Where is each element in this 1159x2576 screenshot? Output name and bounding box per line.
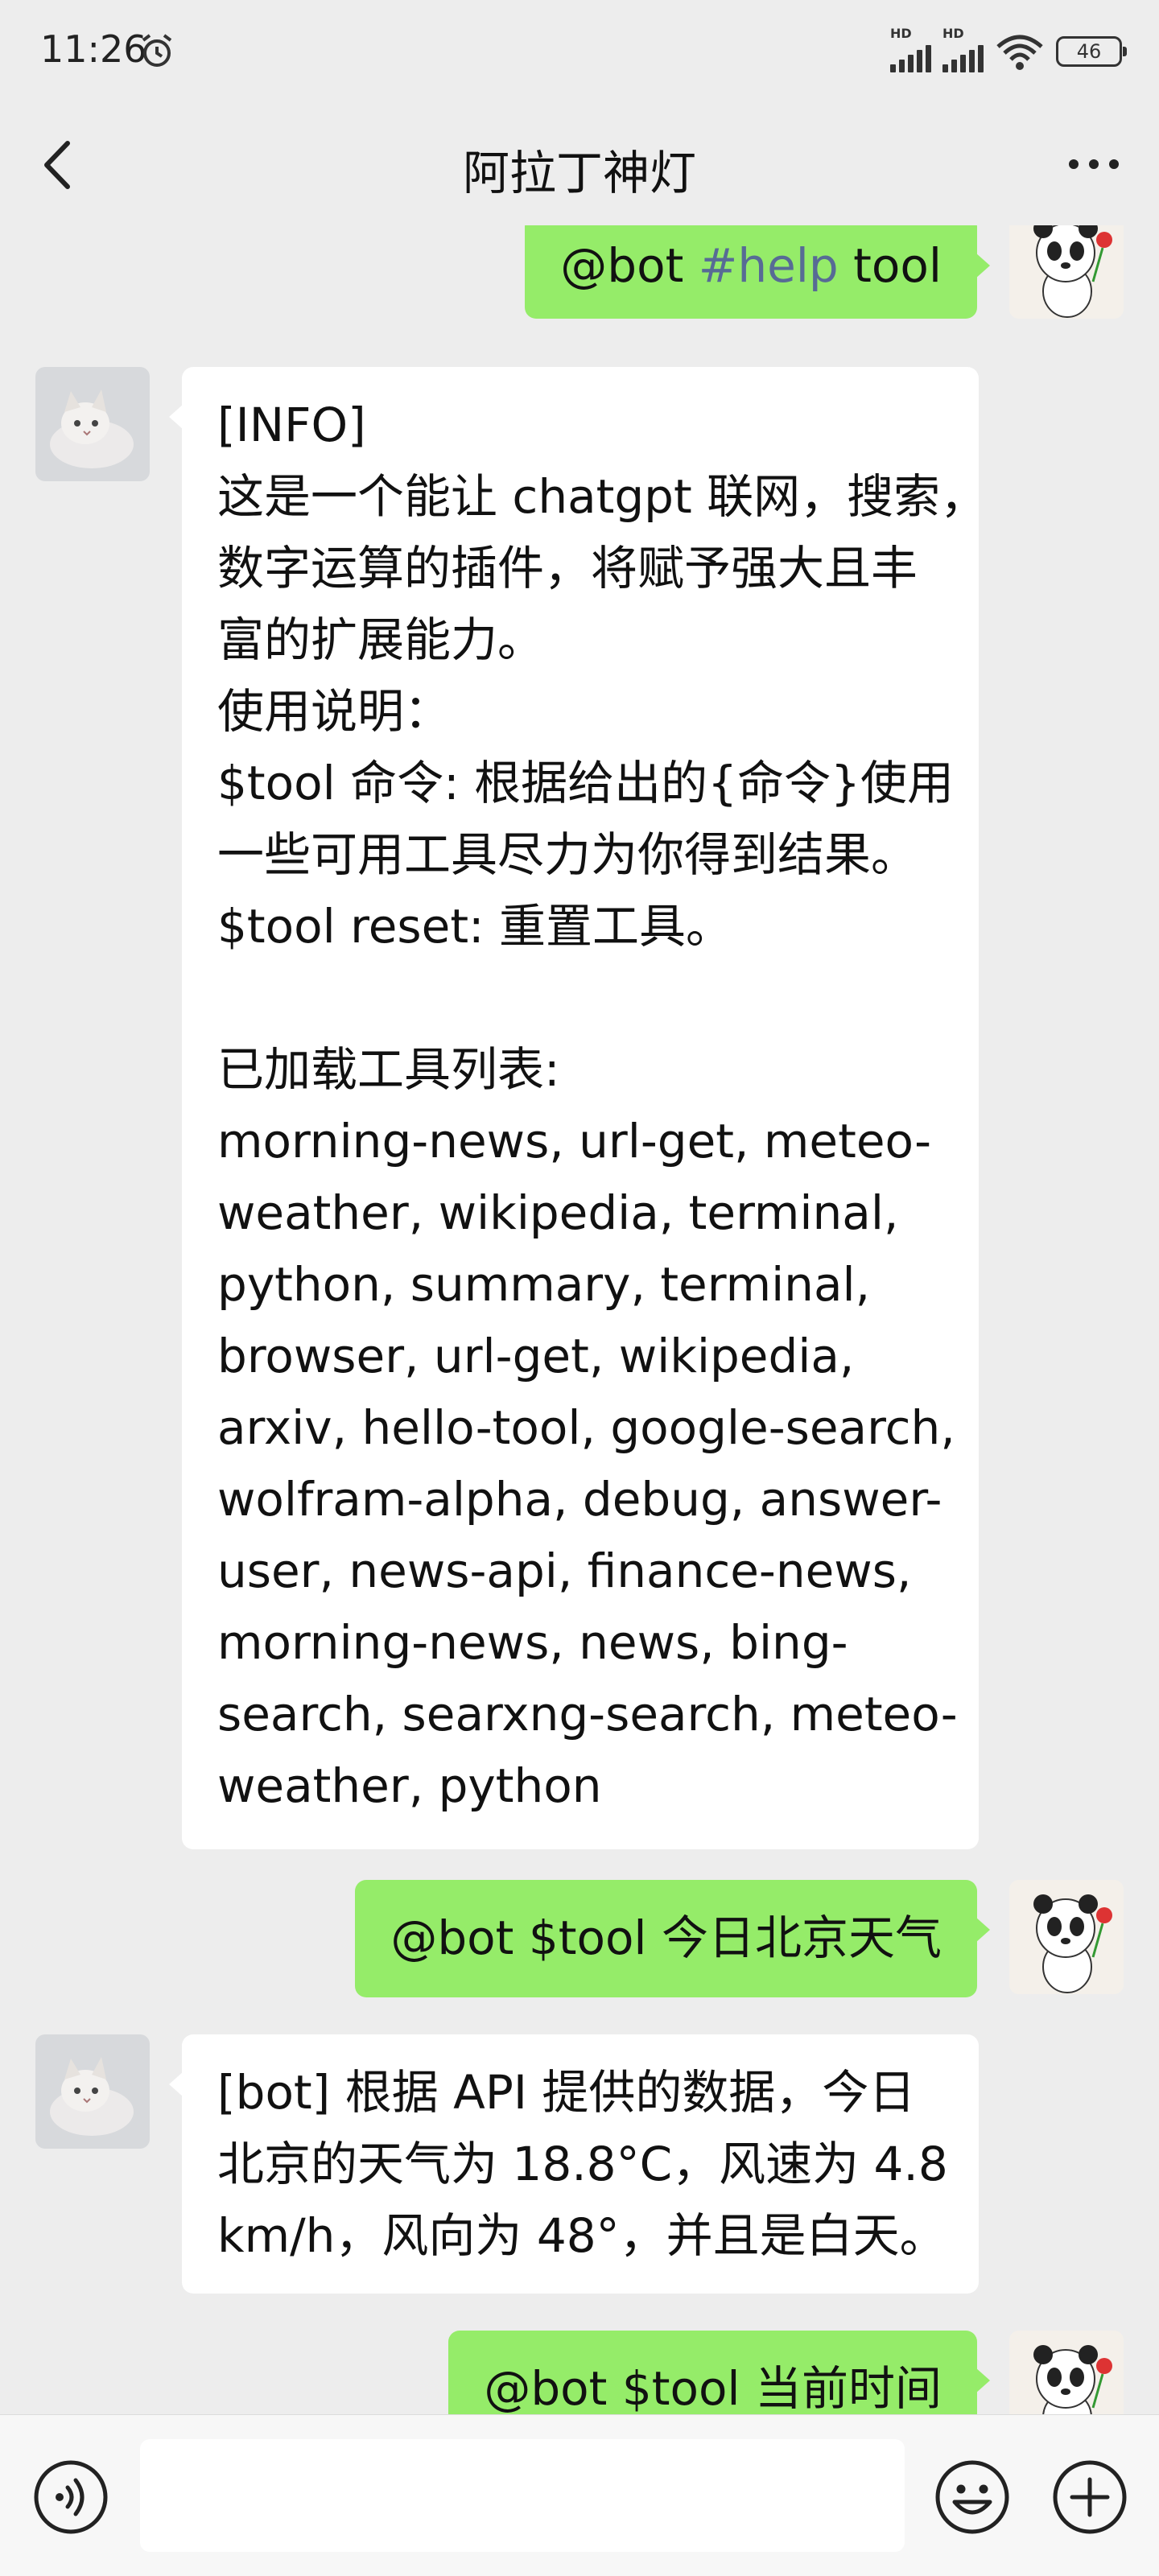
status-bar: 11:26 HD HD 46 bbox=[0, 0, 1159, 105]
panda-avatar-image bbox=[1009, 225, 1124, 319]
user-avatar-panda[interactable] bbox=[1009, 1880, 1124, 1994]
hashtag-link[interactable]: #help bbox=[699, 238, 839, 293]
bot-avatar-cat[interactable] bbox=[35, 367, 150, 481]
message-text: @bot $tool 今日北京天气 bbox=[390, 1910, 942, 1965]
outgoing-bubble[interactable]: @bot $tool 今日北京天气 bbox=[355, 1880, 990, 1997]
message-line: 数字运算的插件，将赋予强大且丰 bbox=[217, 541, 918, 596]
message-input[interactable] bbox=[140, 2439, 905, 2552]
incoming-bubble[interactable]: [bot] 根据 API 提供的数据，今日 北京的天气为 18.8°C，风速为 … bbox=[169, 2034, 979, 2294]
message-line: wolfram-alpha, debug, answer- bbox=[217, 1472, 942, 1527]
bot-avatar-cat[interactable] bbox=[35, 2034, 150, 2149]
message-line: 一些可用工具尽力为你得到结果。 bbox=[217, 827, 918, 882]
cat-avatar-image bbox=[35, 2034, 150, 2149]
message-line: python, summary, terminal, bbox=[217, 1257, 871, 1312]
input-bar bbox=[0, 2414, 1159, 2576]
message-row-outgoing: @bot $tool 当前时间 bbox=[0, 2331, 1159, 2414]
signal-icon: HD bbox=[942, 26, 984, 72]
message-line: 这是一个能让 chatgpt 联网，搜索， bbox=[217, 469, 988, 524]
message-list[interactable]: @bot #help tool [INFO] 这是一个能让 chatgpt 联网… bbox=[0, 225, 1159, 2414]
message-line: 北京的天气为 18.8°C，风速为 4.8 bbox=[217, 2137, 948, 2191]
status-time: 11:26 bbox=[40, 27, 147, 71]
cat-avatar-image bbox=[35, 367, 150, 481]
wifi-icon bbox=[996, 35, 1043, 70]
message-line: browser, url-get, wikipedia, bbox=[217, 1329, 855, 1383]
message-line: weather, python bbox=[217, 1758, 602, 1813]
mention-text: @bot bbox=[560, 238, 684, 293]
battery-icon: 46 bbox=[1056, 36, 1127, 67]
message-line: 富的扩展能力。 bbox=[217, 612, 545, 667]
battery-level: 46 bbox=[1076, 40, 1102, 63]
hd-label: HD bbox=[942, 26, 964, 41]
message-line bbox=[217, 962, 943, 1034]
more-dots-icon[interactable] bbox=[1069, 159, 1119, 169]
message-line: arxiv, hello-tool, google-search, bbox=[217, 1400, 955, 1455]
status-icons: HD HD 46 bbox=[890, 26, 1127, 74]
outgoing-bubble[interactable]: @bot #help tool bbox=[525, 225, 990, 319]
chat-header: 阿拉丁神灯 bbox=[0, 105, 1159, 225]
panda-avatar-image bbox=[1009, 1880, 1124, 1994]
message-line: [bot] 根据 API 提供的数据，今日 bbox=[217, 2065, 916, 2120]
alarm-clock-icon bbox=[142, 34, 172, 67]
hd-label: HD bbox=[890, 26, 912, 41]
message-line: morning-news, url-get, meteo- bbox=[217, 1114, 932, 1168]
message-line: [INFO] bbox=[217, 398, 366, 452]
message-line: 使用说明： bbox=[217, 684, 452, 739]
message-text: @bot $tool 当前时间 bbox=[484, 2361, 942, 2414]
voice-icon[interactable] bbox=[32, 2459, 109, 2536]
outgoing-bubble[interactable]: @bot $tool 当前时间 bbox=[448, 2331, 990, 2414]
message-line: search, searxng-search, meteo- bbox=[217, 1687, 958, 1741]
message-line: km/h，风向为 48°，并且是白天。 bbox=[217, 2208, 947, 2263]
message-line: $tool reset: 重置工具。 bbox=[217, 899, 733, 954]
plus-icon[interactable] bbox=[1051, 2459, 1128, 2536]
message-line: weather, wikipedia, terminal, bbox=[217, 1185, 899, 1240]
message-line: morning-news, news, bing- bbox=[217, 1615, 848, 1670]
incoming-bubble[interactable]: [INFO] 这是一个能让 chatgpt 联网，搜索， 数字运算的插件，将赋予… bbox=[169, 367, 988, 1849]
emoji-icon[interactable] bbox=[934, 2459, 1011, 2536]
signal-icon: HD bbox=[890, 26, 931, 72]
message-row-incoming: [bot] 根据 API 提供的数据，今日 北京的天气为 18.8°C，风速为 … bbox=[0, 2034, 1159, 2300]
user-avatar-panda[interactable] bbox=[1009, 2331, 1124, 2414]
message-line: user, news-api, finance-news, bbox=[217, 1544, 912, 1598]
panda-avatar-image bbox=[1009, 2331, 1124, 2414]
message-row-outgoing: @bot #help tool bbox=[0, 225, 1159, 328]
message-text: tool bbox=[853, 238, 942, 293]
chat-title: 阿拉丁神灯 bbox=[462, 146, 696, 200]
message-line: 已加载工具列表: bbox=[217, 1042, 560, 1097]
message-line: $tool 命令: 根据给出的{命令}使用 bbox=[217, 756, 954, 810]
message-row-outgoing: @bot $tool 今日北京天气 bbox=[0, 1880, 1159, 2001]
user-avatar-panda[interactable] bbox=[1009, 225, 1124, 319]
message-row-incoming: [INFO] 这是一个能让 chatgpt 联网，搜索， 数字运算的插件，将赋予… bbox=[0, 367, 1159, 1864]
